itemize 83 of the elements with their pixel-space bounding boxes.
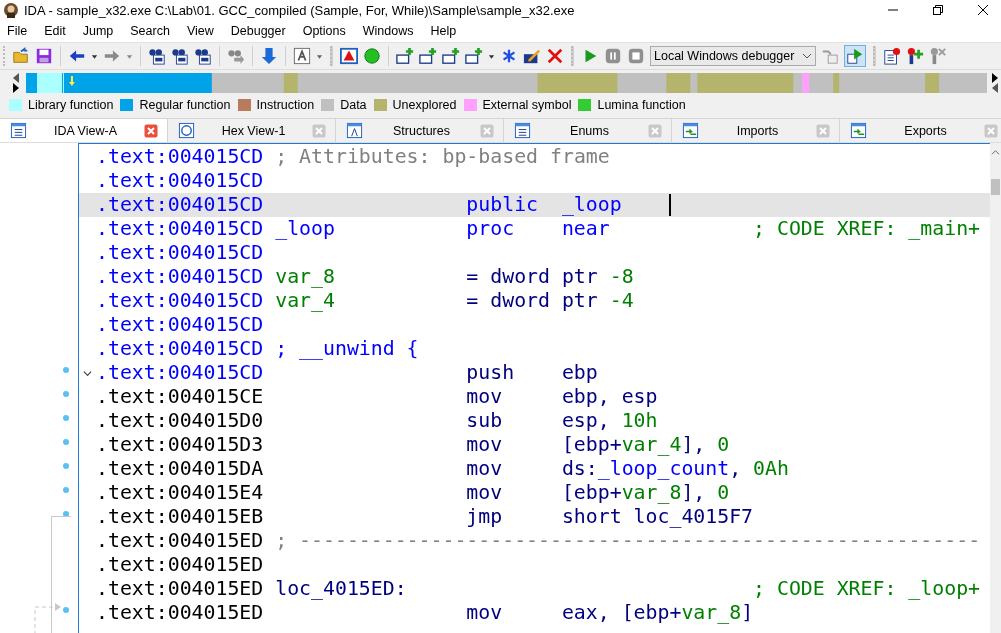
- tab[interactable]: Structures: [336, 118, 504, 142]
- fold-chevron-icon[interactable]: [83, 368, 92, 378]
- font-box-icon[interactable]: [293, 47, 311, 65]
- menu-item[interactable]: Windows: [362, 24, 414, 38]
- run-debug-button[interactable]: [844, 45, 866, 67]
- debugger-dropdown[interactable]: Local Windows debugger: [650, 46, 816, 66]
- close-icon[interactable]: [977, 4, 989, 16]
- stop-icon[interactable]: [627, 47, 645, 65]
- text-cursor: [669, 194, 671, 216]
- window-title: IDA - sample_x32.exe C:\Lab\01. GCC_compiled (Sample, For, While)\Sample\sample_x32.exe: [24, 2, 576, 18]
- menu-item[interactable]: Search: [130, 24, 170, 38]
- legend-label: Unexplored: [392, 98, 457, 112]
- pause-icon[interactable]: [604, 47, 622, 65]
- tab[interactable]: Imports: [672, 118, 840, 142]
- code-line: .text:004015EB jmp short loc_4015F7: [96, 505, 754, 529]
- menu-item[interactable]: Debugger: [230, 24, 286, 38]
- binoculars-icon[interactable]: [171, 47, 189, 65]
- tab[interactable]: Exports: [840, 118, 1001, 142]
- code-line: .text:004015CD ; __unwind {: [96, 337, 420, 361]
- menu-item[interactable]: Jump: [82, 24, 114, 38]
- scroll-up-icon[interactable]: [991, 149, 1000, 156]
- tab[interactable]: Hex View-1: [168, 118, 336, 142]
- scroll-left-icon[interactable]: [10, 71, 20, 95]
- code-line: .text:004015CD var_8 = dword ptr -8: [96, 265, 634, 289]
- add-breakpoint-icon[interactable]: [906, 47, 924, 65]
- structure-icon: [346, 122, 363, 139]
- app-icon: [3, 2, 19, 18]
- code-line: .text:004015CD: [96, 169, 265, 193]
- menu-item[interactable]: Edit: [44, 24, 66, 38]
- chevron-down-icon: [802, 51, 812, 61]
- legend-label: Data: [340, 98, 367, 112]
- restore-icon[interactable]: [932, 4, 944, 16]
- add-item-icon[interactable]: [465, 47, 483, 65]
- code-line: .text:004015ED ; ---------------------------------------------------------: [96, 529, 981, 553]
- delete-icon[interactable]: [546, 47, 564, 65]
- legend-label: Regular function: [139, 98, 231, 112]
- binoculars-icon[interactable]: [148, 47, 166, 65]
- document-icon: [10, 122, 27, 139]
- code-line: .text:004015CD ; Attributes: bp-based frame: [96, 145, 610, 169]
- menu-item[interactable]: View: [186, 24, 214, 38]
- add-item-icon[interactable]: [419, 47, 437, 65]
- save-icon[interactable]: [35, 47, 53, 65]
- export-icon: [850, 122, 867, 139]
- list-icon: [514, 122, 531, 139]
- menu-item[interactable]: File: [7, 24, 28, 38]
- open-folder-icon[interactable]: [12, 47, 30, 65]
- binoculars-icon[interactable]: [194, 47, 212, 65]
- import-icon: [682, 122, 699, 139]
- code-line: .text:004015CD push ebp: [96, 361, 598, 385]
- legend-label: Instruction: [256, 98, 315, 112]
- delete-breakpoint-icon[interactable]: [929, 47, 947, 65]
- legend-label: Library function: [28, 98, 114, 112]
- code-line: .text:004015CD _loop proc near ; CODE XREF: _main+: [96, 217, 981, 241]
- legend-label: External symbol: [482, 98, 572, 112]
- code-line: .text:004015D3 mov [ebp+var_4], 0: [96, 433, 730, 457]
- scroll-thumb[interactable]: [991, 179, 1000, 195]
- add-item-icon[interactable]: [396, 47, 414, 65]
- code-line: .text:004015CD public _loop: [96, 193, 622, 217]
- breakpoint-list-icon[interactable]: [883, 47, 901, 65]
- legend-label: Lumina function: [597, 98, 686, 112]
- menu-item[interactable]: Help: [430, 24, 457, 38]
- asterisk-icon[interactable]: [500, 47, 518, 65]
- scroll-right-icon[interactable]: [991, 71, 1001, 95]
- code-line: .text:004015E4 mov [ebp+var_8], 0: [96, 481, 730, 505]
- tab[interactable]: Enums: [504, 118, 672, 142]
- code-line: .text:004015CD var_4 = dword ptr -4: [96, 289, 634, 313]
- tab[interactable]: IDA View-A: [0, 118, 168, 142]
- code-line: .text:004015ED: [96, 553, 265, 577]
- code-line: .text:004015CD: [96, 313, 265, 337]
- down-arrow-icon[interactable]: [260, 47, 278, 65]
- code-line: .text:004015CE mov ebp, esp: [96, 385, 658, 409]
- code-line: .text:004015D0 sub esp, 10h: [96, 409, 658, 433]
- code-line: .text:004015CD: [96, 241, 265, 265]
- circle-icon[interactable]: [363, 47, 381, 65]
- jump-arrow: [34, 601, 62, 633]
- code-line: .text:004015DA mov ds:_loop_count, 0Ah: [96, 457, 789, 481]
- code-line: .text:004015ED loc_4015ED: ; CODE XREF: _loop+: [96, 577, 981, 601]
- menu-item[interactable]: Options: [302, 24, 346, 38]
- add-item-icon[interactable]: [442, 47, 460, 65]
- warning-icon[interactable]: [340, 47, 358, 65]
- close-tab-icon[interactable]: [144, 123, 158, 138]
- pencil-icon[interactable]: [523, 47, 541, 65]
- code-line: .text:004015ED mov eax, [ebp+var_8]: [96, 601, 754, 625]
